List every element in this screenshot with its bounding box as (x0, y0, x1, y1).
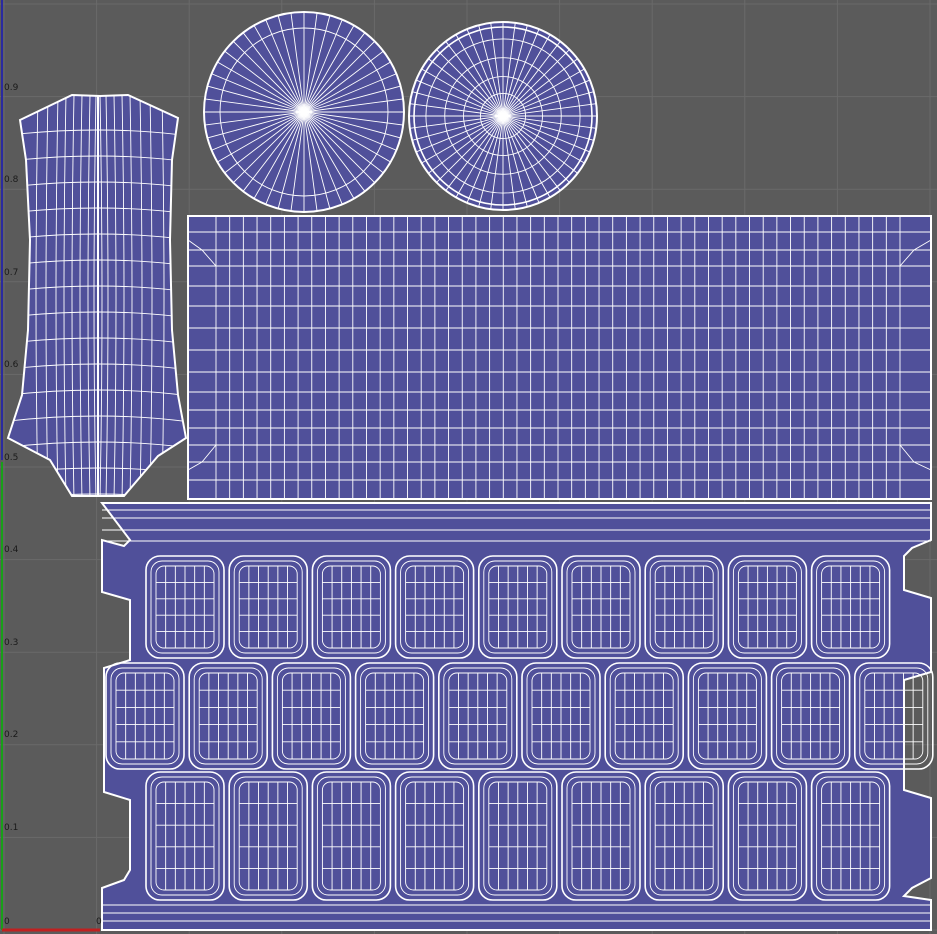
v-tick-label: 0.2 (4, 730, 19, 740)
uv-editor-viewport[interactable]: 0.9 0.8 0.7 0.6 0.5 0.4 0.3 0.2 0.1 0 0 (0, 0, 937, 934)
v-tick-label: 0.7 (4, 268, 19, 278)
v-tick-label: 0.6 (4, 360, 19, 370)
uv-shells (6, 11, 934, 931)
v-tick-label: 0.9 (4, 83, 19, 93)
uv-shell-lower-panel (99, 502, 934, 931)
v-tick-label: 0.3 (4, 638, 19, 648)
uv-shell-bottom-cap-disc (408, 21, 598, 211)
uv-shell-top-cap-disc (203, 11, 405, 213)
u-origin-label: 0 (96, 917, 102, 927)
v-tick-label: 0.5 (4, 453, 19, 463)
uv-shell-upper-panel (187, 215, 932, 500)
v-tick-label: 0.1 (4, 823, 19, 833)
uv-canvas[interactable] (0, 0, 937, 934)
v-tick-label: 0 (4, 917, 10, 927)
uv-shell-side-strip (6, 93, 188, 497)
v-tick-label: 0.8 (4, 175, 19, 185)
v-tick-label: 0.4 (4, 545, 19, 555)
